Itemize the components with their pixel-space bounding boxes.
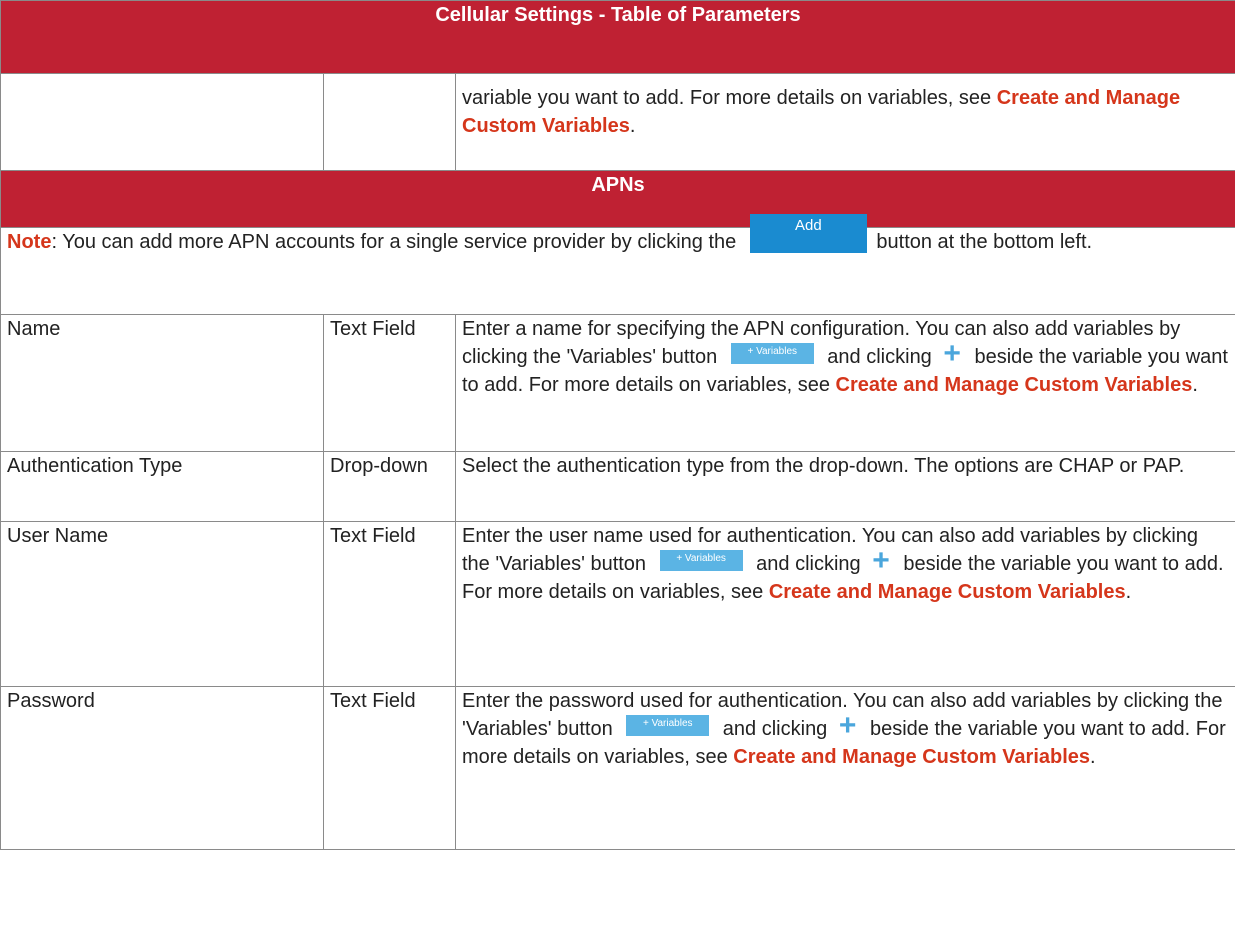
variables-button-image: + Variables	[659, 550, 743, 571]
parameter-cell: Password	[0, 686, 324, 850]
note-row: Note: You can add more APN accounts for …	[0, 214, 1235, 315]
description-suffix: .	[1125, 581, 1132, 603]
table-row: Authentication Type Drop-down Select the…	[0, 451, 1235, 522]
add-button-image: Add	[749, 214, 867, 253]
note-text: : You can add more APN accounts for a si…	[51, 231, 742, 253]
section-header-apns: APNs	[0, 170, 1235, 228]
table-row: Name Text Field Enter a name for specify…	[0, 314, 1235, 452]
description-text: variable you want to add. For more detai…	[462, 87, 997, 109]
table-row: User Name Text Field Enter the user name…	[0, 521, 1235, 687]
description-cell: Enter the password used for authenticati…	[454, 686, 1235, 850]
parameter-cell: Name	[0, 314, 324, 452]
description-suffix: .	[629, 115, 636, 137]
type-cell: Drop-down	[323, 451, 456, 522]
plus-icon: +	[838, 709, 857, 742]
description-suffix: .	[1090, 746, 1096, 768]
table-title-row: Cellular Settings - Table of Parameters	[0, 0, 1235, 74]
parameter-cell: User Name	[0, 521, 324, 687]
description-suffix: .	[1192, 374, 1198, 396]
description-cell: Enter the user name used for authenticat…	[454, 521, 1235, 687]
type-cell	[323, 73, 456, 171]
type-cell: Text Field	[323, 686, 456, 850]
custom-variables-link[interactable]: Create and Manage Custom Variables	[836, 374, 1193, 396]
plus-icon: +	[943, 337, 961, 370]
parameter-cell	[0, 73, 324, 171]
description-cell: Select the authentication type from the …	[454, 451, 1235, 522]
custom-variables-link[interactable]: Create and Manage Custom Variables	[733, 746, 1090, 768]
type-cell: Text Field	[323, 314, 456, 452]
variables-button-image: + Variables	[626, 715, 710, 736]
parameters-table: Cellular Settings - Table of Parameters …	[0, 0, 1235, 850]
description-text: and clicking	[821, 346, 938, 368]
custom-variables-link[interactable]: Create and Manage Custom Variables	[769, 581, 1126, 603]
parameter-cell: Authentication Type	[0, 451, 324, 522]
note-cell: Note: You can add more APN accounts for …	[0, 214, 1235, 315]
type-cell: Text Field	[323, 521, 456, 687]
description-text: and clicking	[717, 718, 833, 740]
note-text-after: button at the bottom left.	[870, 231, 1093, 253]
plus-icon: +	[872, 544, 890, 577]
description-cell: Enter a name for specifying the APN conf…	[454, 314, 1235, 452]
variables-button-image: + Variables	[730, 343, 814, 364]
description-text: and clicking	[750, 553, 867, 575]
table-row: Password Text Field Enter the password u…	[0, 686, 1235, 850]
section-header-row: APNs	[0, 170, 1235, 228]
table-title: Cellular Settings - Table of Parameters	[0, 0, 1235, 74]
table-row: variable you want to add. For more detai…	[0, 73, 1235, 171]
description-cell: variable you want to add. For more detai…	[454, 73, 1235, 171]
note-label: Note	[7, 231, 52, 253]
